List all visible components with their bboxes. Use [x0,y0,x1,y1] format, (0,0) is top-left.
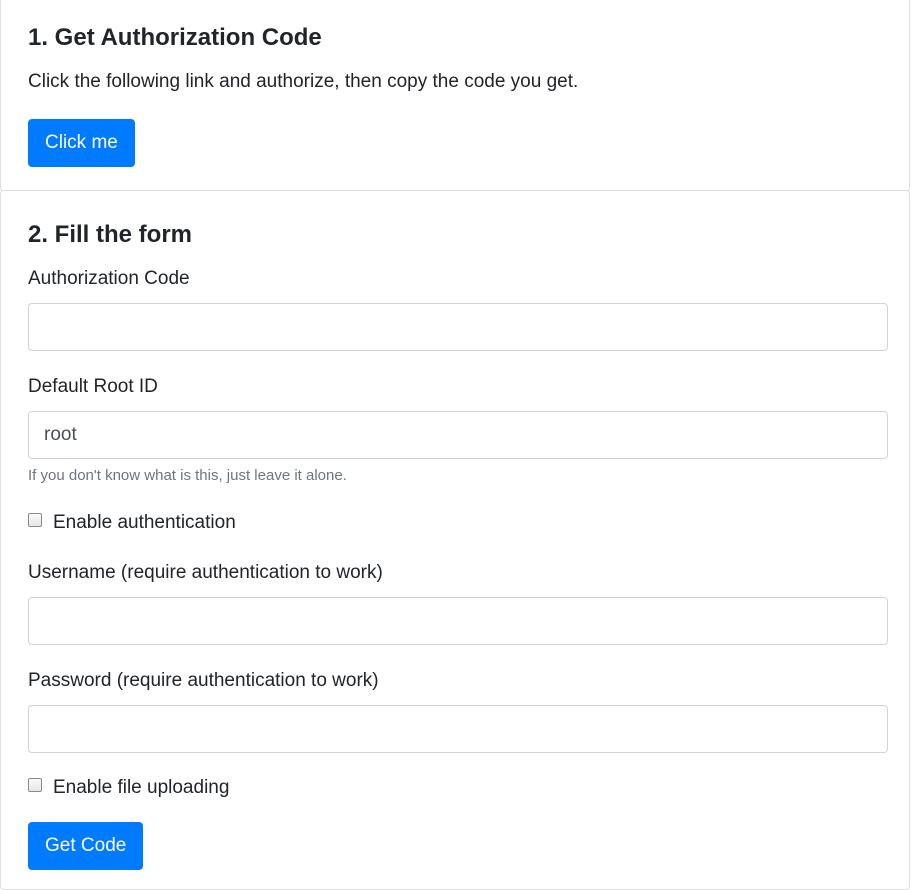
password-input[interactable] [28,705,888,753]
fill-form-card: 2. Fill the form Authorization Code Defa… [0,190,910,890]
password-label: Password (require authentication to work… [28,670,379,691]
enable-authentication-checkbox[interactable] [28,513,42,527]
enable-file-uploading-checkbox[interactable] [28,778,42,792]
step1-instruction: Click the following link and authorize, … [28,71,579,92]
enable-file-uploading-label[interactable]: Enable file uploading [53,776,229,800]
get-authorization-code-card: 1. Get Authorization Code Click the foll… [0,0,910,192]
username-input[interactable] [28,597,888,645]
step1-title: 1. Get Authorization Code [28,24,322,51]
default-root-id-input[interactable] [28,411,888,459]
enable-authentication-label[interactable]: Enable authentication [53,511,236,535]
default-root-id-label: Default Root ID [28,376,158,397]
authorization-code-label: Authorization Code [28,268,190,289]
step2-title: 2. Fill the form [28,221,193,248]
root-id-help-text: If you don't know what is this, just lea… [28,467,347,484]
click-me-button[interactable]: Click me [28,119,135,167]
authorization-code-input[interactable] [28,303,888,351]
get-code-button[interactable]: Get Code [28,822,144,870]
username-label: Username (require authentication to work… [28,562,383,583]
